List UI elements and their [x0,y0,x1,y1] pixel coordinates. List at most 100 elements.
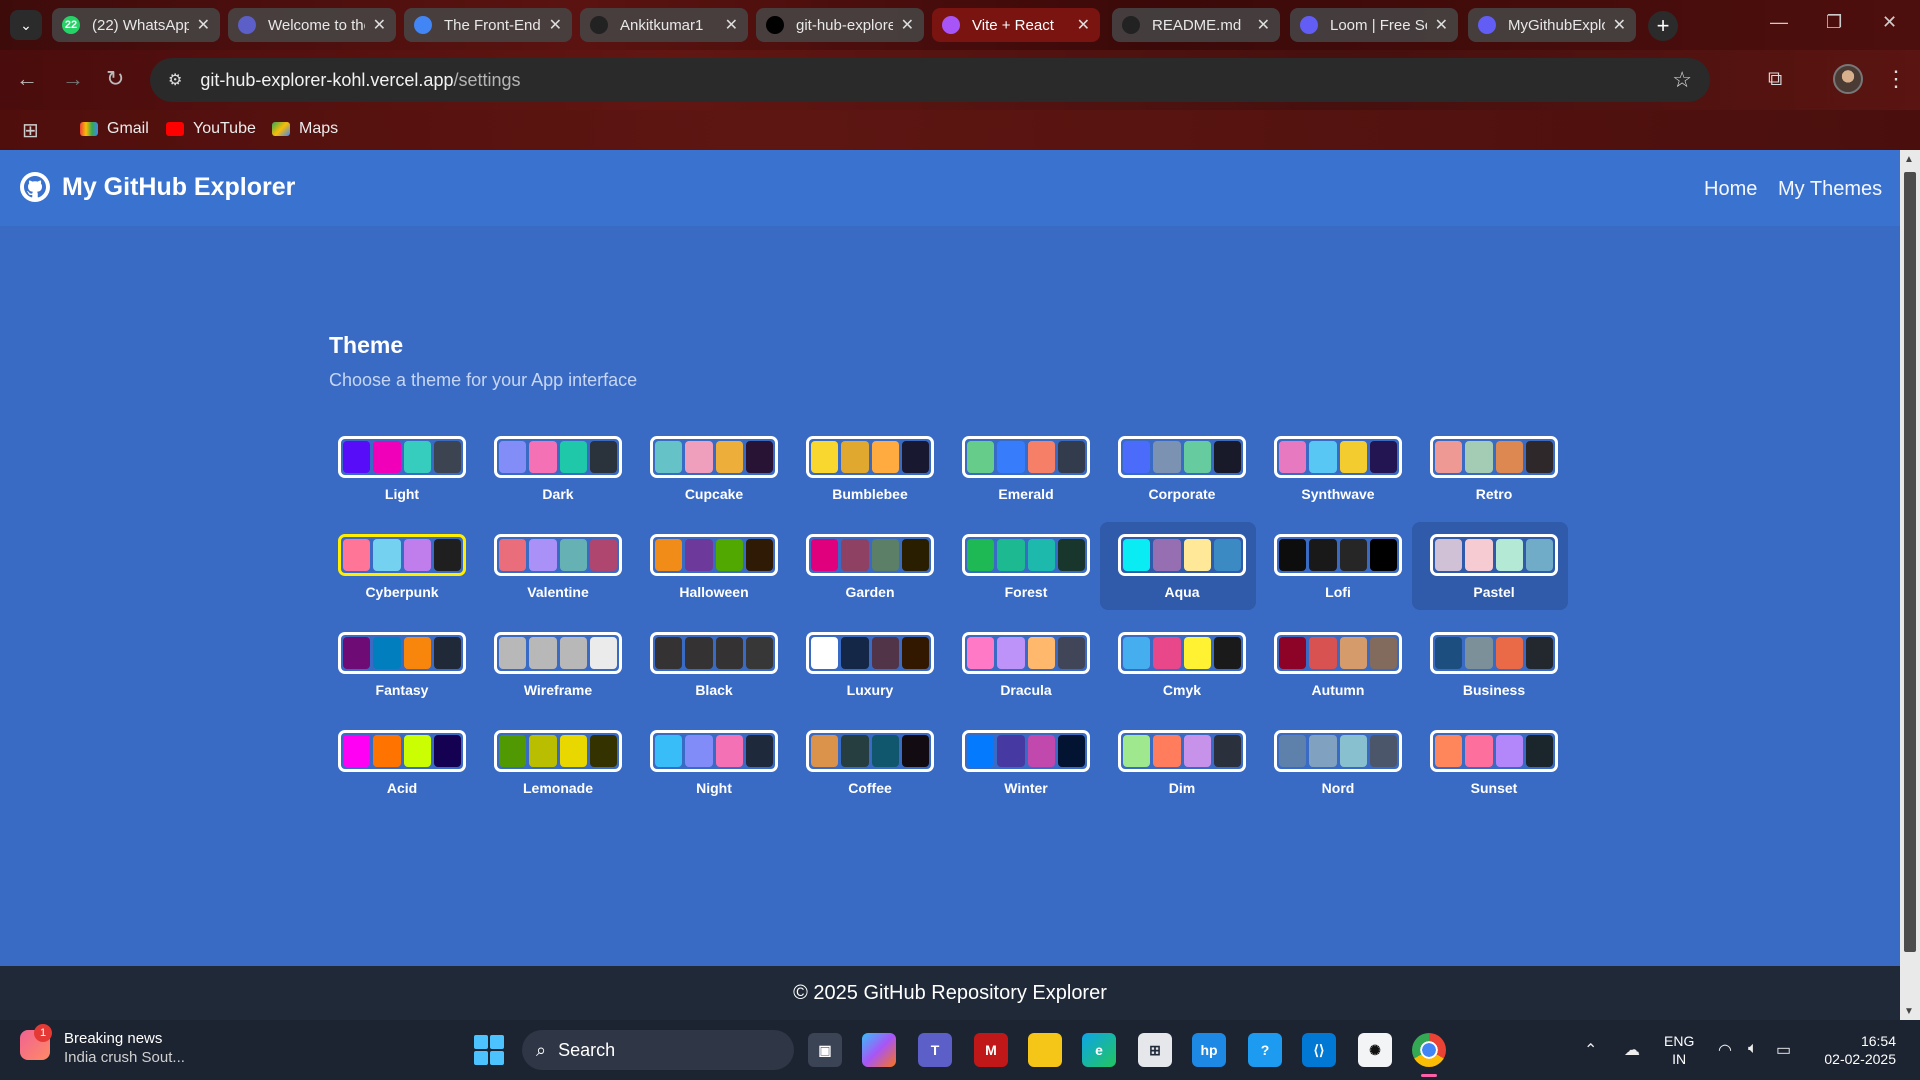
system-clock[interactable]: 16:54 02-02-2025 [1816,1032,1896,1068]
tab-close-icon[interactable]: ✕ [373,15,386,35]
taskbar-search[interactable]: ⌕ Search [522,1030,794,1070]
brand[interactable]: My GitHub Explorer [20,172,295,202]
new-tab-button[interactable]: + [1648,11,1678,41]
scroll-up-icon[interactable]: ▲ [1904,154,1914,165]
theme-option-corporate[interactable]: Corporate [1100,424,1256,512]
bookmark-star-icon[interactable]: ☆ [1672,67,1692,93]
tab-close-icon[interactable]: ✕ [725,15,738,35]
teams-icon[interactable]: T [918,1033,952,1067]
theme-option-light[interactable]: Light [320,424,476,512]
theme-option-fantasy[interactable]: Fantasy [320,620,476,708]
chatgpt-icon[interactable]: ✺ [1358,1033,1392,1067]
bookmark-gmail[interactable]: Gmail [80,120,149,138]
browser-tab[interactable]: Vite + React ✕ [932,8,1100,42]
theme-option-aqua[interactable]: Aqua [1100,522,1256,610]
battery-icon[interactable]: ▭ [1776,1040,1791,1060]
profile-avatar[interactable] [1833,64,1863,94]
theme-option-wireframe[interactable]: Wireframe [476,620,632,708]
theme-option-coffee[interactable]: Coffee [788,718,944,806]
restore-icon[interactable]: ❐ [1826,12,1842,33]
theme-option-luxury[interactable]: Luxury [788,620,944,708]
scrollbar-thumb[interactable] [1904,172,1916,952]
theme-option-black[interactable]: Black [632,620,788,708]
theme-option-night[interactable]: Night [632,718,788,806]
volume-icon[interactable]: 🔈︎ [1748,1040,1758,1058]
bookmark-maps[interactable]: Maps [272,120,338,138]
news-widget[interactable]: 1 Breaking news India crush Sout... [20,1024,185,1066]
chrome-icon[interactable] [1412,1033,1446,1067]
theme-option-synthwave[interactable]: Synthwave [1256,424,1412,512]
color-swatch [1435,735,1463,767]
browser-tab[interactable]: 22 (22) WhatsApp ✕ [52,8,220,42]
nav-home-link[interactable]: Home [1704,178,1757,201]
myhp-icon[interactable]: hp [1192,1033,1226,1067]
theme-option-dracula[interactable]: Dracula [944,620,1100,708]
edge-icon[interactable]: e [1082,1033,1116,1067]
theme-option-valentine[interactable]: Valentine [476,522,632,610]
menu-icon[interactable]: ⋮ [1885,66,1907,92]
browser-tab[interactable]: Loom | Free Screen ✕ [1290,8,1458,42]
forward-icon[interactable]: → [62,66,84,92]
theme-option-garden[interactable]: Garden [788,522,944,610]
vscode-icon[interactable]: ⟨⟩ [1302,1033,1336,1067]
mcafee-icon[interactable]: M [974,1033,1008,1067]
task-view-icon[interactable]: ▣ [808,1033,842,1067]
theme-option-emerald[interactable]: Emerald [944,424,1100,512]
theme-option-cyberpunk[interactable]: Cyberpunk [320,522,476,610]
back-icon[interactable]: ← [16,66,38,92]
theme-option-cupcake[interactable]: Cupcake [632,424,788,512]
theme-option-pastel[interactable]: Pastel [1412,522,1568,610]
theme-option-business[interactable]: Business [1412,620,1568,708]
extensions-icon[interactable]: ⧉ [1768,68,1782,91]
browser-tab[interactable]: README.md ✕ [1112,8,1280,42]
tab-close-icon[interactable]: ✕ [1257,15,1270,35]
tab-close-icon[interactable]: ✕ [1435,15,1448,35]
wifi-icon[interactable]: ◠ [1718,1040,1732,1060]
theme-option-lofi[interactable]: Lofi [1256,522,1412,610]
theme-option-cmyk[interactable]: Cmyk [1100,620,1256,708]
theme-option-winter[interactable]: Winter [944,718,1100,806]
language-indicator[interactable]: ENG IN [1664,1032,1694,1068]
theme-option-halloween[interactable]: Halloween [632,522,788,610]
site-info-icon[interactable]: ⚙ [168,70,182,90]
nav-my-themes-link[interactable]: My Themes [1778,178,1882,201]
apps-grid-icon[interactable]: ⊞ [22,118,39,143]
windows-start-icon[interactable] [474,1035,504,1065]
tab-close-icon[interactable]: ✕ [1077,15,1090,35]
tab-close-icon[interactable]: ✕ [197,15,210,35]
tab-close-icon[interactable]: ✕ [1613,15,1626,35]
browser-tab[interactable]: git-hub-explorer ✕ [756,8,924,42]
theme-option-acid[interactable]: Acid [320,718,476,806]
theme-option-dark[interactable]: Dark [476,424,632,512]
store-icon[interactable]: ⊞ [1138,1033,1172,1067]
tab-search-button[interactable]: ⌄ [10,10,42,40]
minimize-icon[interactable]: — [1770,12,1788,33]
help-icon[interactable]: ? [1248,1033,1282,1067]
color-swatch [655,539,683,571]
copilot-icon[interactable] [862,1033,896,1067]
theme-option-bumblebee[interactable]: Bumblebee [788,424,944,512]
page-scrollbar[interactable]: ▲ ▼ [1900,150,1920,1020]
browser-tab[interactable]: The Front-End ✕ [404,8,572,42]
tab-title: The Front-End [444,16,541,34]
theme-option-nord[interactable]: Nord [1256,718,1412,806]
theme-option-sunset[interactable]: Sunset [1412,718,1568,806]
file-explorer-icon[interactable] [1028,1033,1062,1067]
theme-option-dim[interactable]: Dim [1100,718,1256,806]
theme-option-forest[interactable]: Forest [944,522,1100,610]
browser-tab[interactable]: MyGithubExplorer ✕ [1468,8,1636,42]
onedrive-icon[interactable]: ☁ [1624,1040,1640,1060]
tab-close-icon[interactable]: ✕ [549,15,562,35]
reload-icon[interactable]: ↻ [106,66,124,92]
browser-tab[interactable]: Ankitkumar1 ✕ [580,8,748,42]
scroll-down-icon[interactable]: ▼ [1904,1006,1914,1017]
tab-close-icon[interactable]: ✕ [901,15,914,35]
close-window-icon[interactable]: ✕ [1882,12,1897,33]
browser-tab[interactable]: Welcome to the ✕ [228,8,396,42]
theme-option-autumn[interactable]: Autumn [1256,620,1412,708]
bookmark-youtube[interactable]: YouTube [166,120,256,138]
theme-option-lemonade[interactable]: Lemonade [476,718,632,806]
address-bar[interactable]: ⚙ git-hub-explorer-kohl.vercel.app/setti… [150,58,1710,102]
theme-option-retro[interactable]: Retro [1412,424,1568,512]
tray-overflow-icon[interactable]: ⌃ [1584,1040,1597,1060]
